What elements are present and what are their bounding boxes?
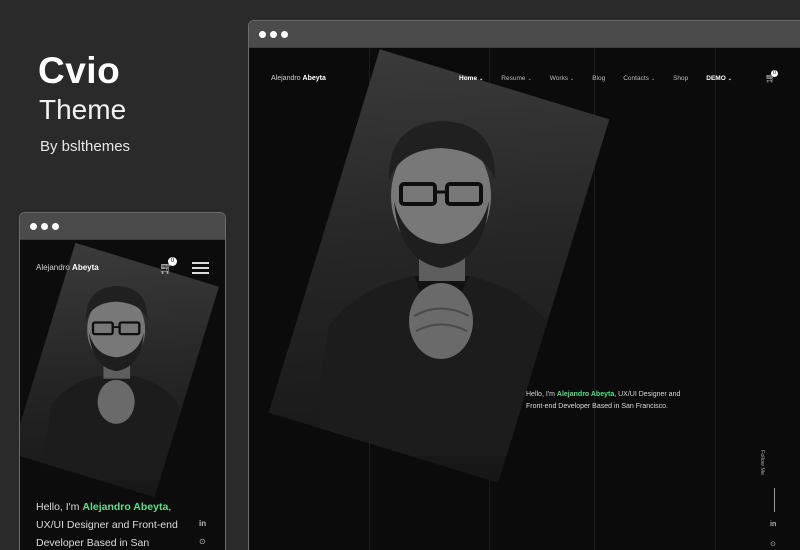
intro-prefix: Hello, I'm [36,501,83,513]
intro-name: Alejandro Abeyta [82,501,169,513]
cart-button[interactable]: 🛒︎ 0 [765,70,778,84]
chevron-down-icon: ⌄ [527,76,532,82]
cart-button[interactable]: 🛒︎ 0 [159,257,177,275]
nav-item-resume[interactable]: Resume ⌄ [501,75,531,82]
linkedin-icon[interactable]: in [770,521,776,528]
promo-subtitle: Theme [39,94,127,125]
window-dot [281,31,288,38]
nav-label: Contacts [623,75,649,82]
desktop-window-bar [249,21,800,48]
nav-item-blog[interactable]: Blog [592,75,605,82]
follow-me-label: Follow Me [759,450,765,476]
nav-label: Blog [592,75,606,82]
intro-prefix: Hello, I'm [526,391,557,398]
window-dots [30,223,59,230]
nav-item-demo[interactable]: DEMO ⌄ [706,75,732,82]
hero-photo [268,49,610,483]
hero-intro-text: Hello, I'm Alejandro Abeyta, UX/UI Desig… [526,389,686,413]
linkedin-icon[interactable]: in [199,519,206,528]
mobile-browser-frame: Alejandro Abeyta 🛒︎ 0 Hello, I'm Alejand… [19,212,226,550]
chevron-down-icon: ⌄ [727,76,732,82]
desktop-browser-frame: Alejandro Abeyta Home ⌄ Resume ⌄ Works ⌄ Bl… [248,20,800,550]
window-dot [259,31,266,38]
portrait-image [39,286,191,480]
window-dot [41,223,48,230]
mobile-window-bar [20,213,225,240]
follow-divider [774,488,775,512]
nav-item-home[interactable]: Home ⌄ [459,75,483,82]
logo-first-name: Alejandro [36,263,70,272]
hero-intro-text: Hello, I'm Alejandro Abeyta, UX/UI Desig… [36,498,196,550]
chevron-down-icon: ⌄ [479,76,484,82]
grid-line [715,48,716,550]
portrait-image [319,121,559,456]
window-dot [52,223,59,230]
github-icon[interactable]: ⊙ [770,540,776,548]
intro-name: Alejandro Abeyta [556,391,615,398]
site-logo[interactable]: Alejandro Abeyta [36,263,99,272]
nav-item-contacts[interactable]: Contacts ⌄ [623,75,655,82]
nav-label: Shop [673,75,689,82]
main-navigation: Home ⌄ Resume ⌄ Works ⌄ Blog Contacts ⌄ Shop… [459,75,750,82]
promo-byline: By bslthemes [40,138,131,155]
mobile-site-viewport: Alejandro Abeyta 🛒︎ 0 Hello, I'm Alejand… [20,240,225,550]
chevron-down-icon: ⌄ [650,76,656,82]
window-dot [270,31,277,38]
logo-last-name: Abeyta [72,263,99,272]
nav-label: DEMO [706,75,726,82]
window-dot [30,223,37,230]
hero-photo [20,242,219,498]
cart-count-badge: 0 [771,70,778,77]
nav-label: Works [549,75,568,82]
nav-item-shop[interactable]: Shop [673,75,688,82]
cart-count-badge: 0 [168,257,177,266]
window-dots [259,31,288,38]
site-logo[interactable]: Alejandro Abeyta [271,75,326,82]
github-icon[interactable]: ⊙ [199,537,206,546]
hamburger-menu-icon[interactable] [192,262,209,274]
nav-item-works[interactable]: Works ⌄ [550,75,575,82]
desktop-site-viewport: Alejandro Abeyta Home ⌄ Resume ⌄ Works ⌄ Bl… [249,48,800,550]
chevron-down-icon: ⌄ [570,76,575,82]
logo-last-name: Abeyta [302,75,326,82]
nav-label: Resume [501,75,526,82]
nav-label: Home [459,75,478,82]
logo-first-name: Alejandro [271,75,301,82]
promo-title: Cvio [38,50,121,91]
